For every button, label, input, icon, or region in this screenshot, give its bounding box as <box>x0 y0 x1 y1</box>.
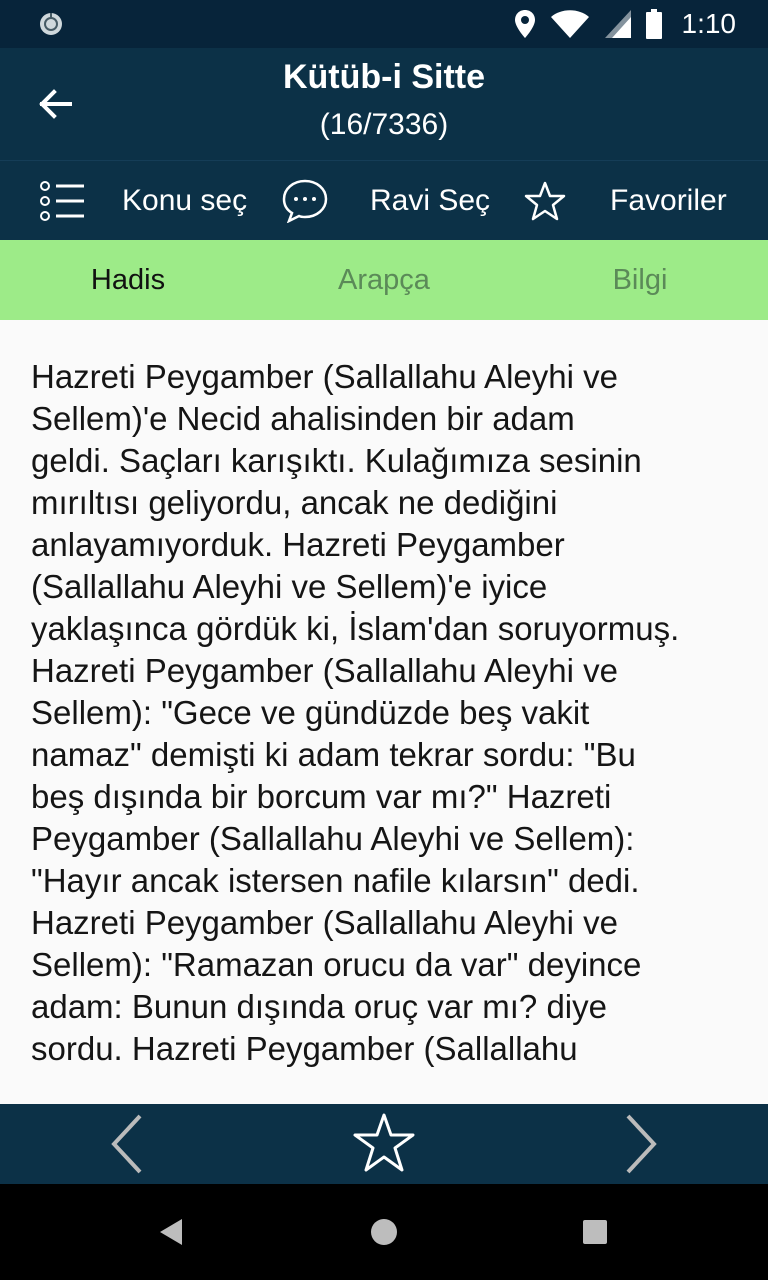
hadith-line: namaz" demişti ki adam tekrar sordu: "Bu <box>31 736 636 773</box>
hadith-line: Sellem): "Gece ve gündüzde beş vakit <box>31 694 590 731</box>
next-chevron-icon[interactable] <box>608 1112 672 1176</box>
bottom-navigation <box>0 1104 768 1184</box>
system-back-icon[interactable] <box>158 1218 184 1246</box>
favorites-label: Favoriler <box>610 184 727 217</box>
location-icon <box>514 10 535 38</box>
clock-time: 1:10 <box>681 8 737 39</box>
status-bar: 1:10 <box>0 0 768 48</box>
star-outline-icon <box>524 181 566 221</box>
favorite-star-icon[interactable] <box>352 1112 416 1176</box>
select-narrator-button[interactable]: Ravi Seç <box>282 161 490 241</box>
hadith-line: beş dışında bir borcum var mı?" Hazreti <box>31 778 612 815</box>
favorites-button[interactable]: Favoriler <box>524 161 727 241</box>
tab-arapca[interactable]: Arapça <box>256 240 512 320</box>
hadith-counter: (16/7336) <box>319 108 449 141</box>
hadith-line: Hazreti Peygamber (Sallallahu Aleyhi ve <box>31 358 618 395</box>
signal-icon <box>604 10 631 38</box>
hadith-line: yaklaşınca gördük ki, İslam'dan soruyorm… <box>31 610 680 647</box>
hadith-line: mırıltısı geliyordu, ancak ne dediğini <box>31 484 558 521</box>
system-home-icon[interactable] <box>370 1218 398 1246</box>
hadith-line: geldi. Saçları karışıktı. Kulağımıza ses… <box>31 442 642 479</box>
page-title: Kütüb-i Sitte <box>282 58 486 96</box>
hadith-text: Hazreti Peygamber (Sallallahu Aleyhi ve … <box>31 356 743 1070</box>
hadith-line: Peygamber (Sallallahu Aleyhi ve Sellem): <box>31 820 635 857</box>
tab-hadis[interactable]: Hadis <box>0 240 256 320</box>
hadith-line: adam: Bunun dışında oruç var mı? diye <box>31 988 607 1025</box>
action-toolbar: Konu seç Ravi Seç Favoriler <box>0 160 768 241</box>
hadith-line: Sellem)'e Necid ahalisinden bir adam <box>31 400 575 437</box>
previous-chevron-icon[interactable] <box>96 1112 160 1176</box>
tab-bar: Hadis Arapça Bilgi <box>0 240 768 320</box>
app-bar: Kütüb-i Sitte (16/7336) <box>0 48 768 160</box>
system-navigation-bar <box>0 1184 768 1280</box>
hadith-line: anlayamıyorduk. Hazreti Peygamber <box>31 526 565 563</box>
sync-icon <box>40 13 62 35</box>
hadith-line: Sellem): "Ramazan orucu da var" deyince <box>31 946 642 983</box>
select-topic-label: Konu seç <box>122 184 248 217</box>
system-recents-icon[interactable] <box>582 1219 608 1245</box>
tab-bilgi[interactable]: Bilgi <box>512 240 768 320</box>
battery-icon <box>645 9 662 39</box>
select-topic-button[interactable]: Konu seç <box>40 161 247 241</box>
hadith-line: sordu. Hazreti Peygamber (Sallallahu <box>31 1030 578 1067</box>
list-icon <box>40 181 84 221</box>
hadith-line: "Hayır ancak istersen nafile kılarsın" d… <box>31 862 640 899</box>
wifi-icon <box>550 10 589 38</box>
hadith-line: Hazreti Peygamber (Sallallahu Aleyhi ve <box>31 652 618 689</box>
chat-bubble-icon <box>282 179 328 223</box>
hadith-line: (Sallallahu Aleyhi ve Sellem)'e iyice <box>31 568 548 605</box>
select-narrator-label: Ravi Seç <box>370 184 491 217</box>
hadith-line: Hazreti Peygamber (Sallallahu Aleyhi ve <box>31 904 618 941</box>
